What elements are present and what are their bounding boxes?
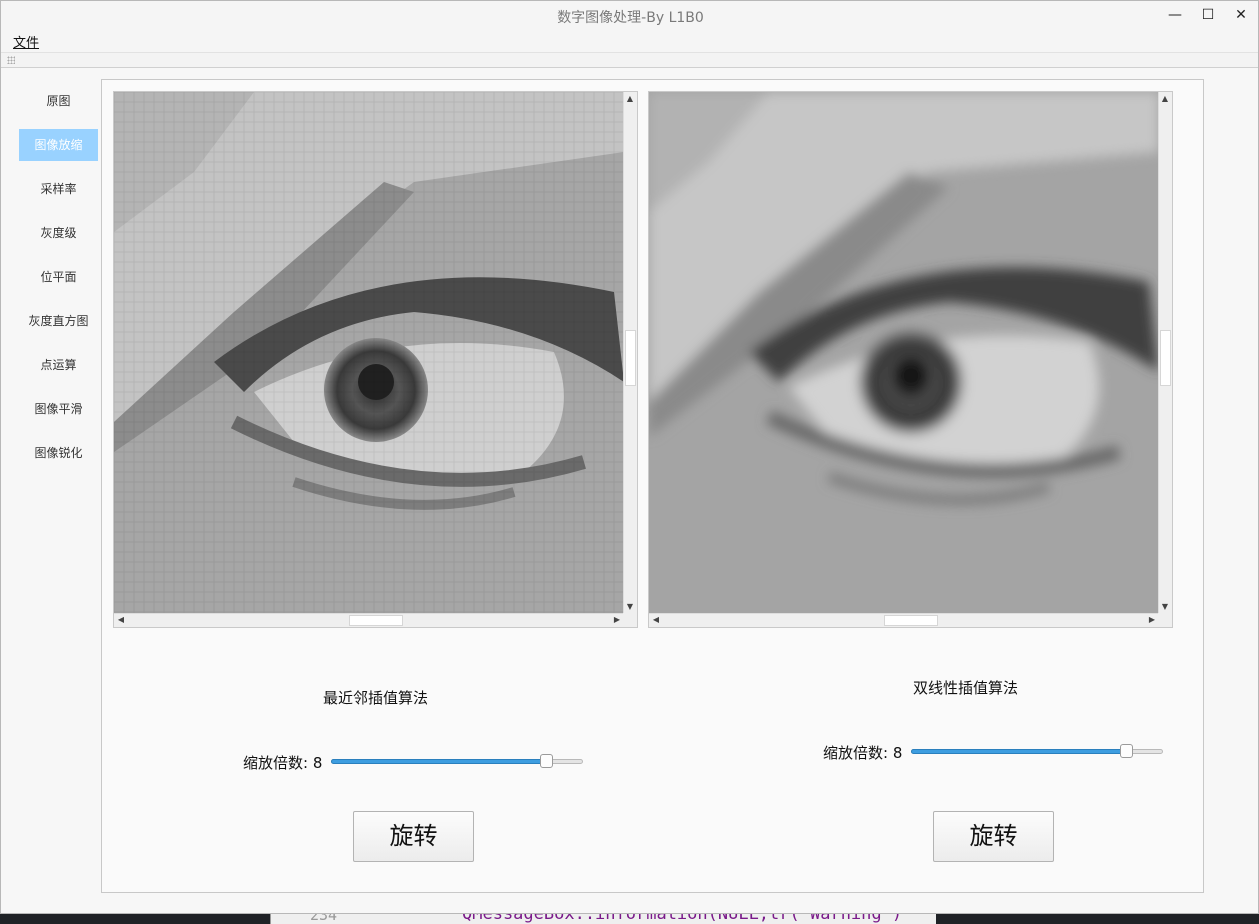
left-scale-slider[interactable] bbox=[331, 753, 583, 769]
vertical-scrollbar[interactable]: ▲ ▼ bbox=[1158, 92, 1172, 614]
scroll-right-icon[interactable]: ▶ bbox=[611, 615, 623, 625]
scroll-up-icon[interactable]: ▲ bbox=[624, 94, 636, 104]
sidebar-item-original[interactable]: 原图 bbox=[19, 85, 98, 117]
horizontal-scroll-thumb[interactable] bbox=[349, 615, 403, 626]
window-title: 数字图像处理-By L1B0 bbox=[557, 10, 704, 26]
slider-fill bbox=[331, 759, 547, 764]
sidebar-item-point-operation[interactable]: 点运算 bbox=[19, 349, 98, 381]
vertical-scrollbar[interactable]: ▲ ▼ bbox=[623, 92, 637, 614]
nearest-neighbor-image-view[interactable]: ▲ ▼ ◀ ▶ bbox=[113, 91, 638, 628]
toolbar-grip-icon[interactable] bbox=[7, 56, 15, 64]
slider-handle[interactable] bbox=[540, 754, 553, 768]
menu-file[interactable]: 文件 bbox=[13, 32, 39, 51]
scroll-corner bbox=[623, 613, 637, 627]
sidebar-item-sharpening[interactable]: 图像锐化 bbox=[19, 437, 98, 469]
menu-bar: 文件 bbox=[1, 30, 1258, 53]
scroll-down-icon[interactable]: ▼ bbox=[1159, 602, 1171, 612]
scroll-left-icon[interactable]: ◀ bbox=[115, 615, 127, 625]
horizontal-scrollbar[interactable]: ◀ ▶ bbox=[114, 613, 624, 627]
slider-handle[interactable] bbox=[1120, 744, 1133, 758]
sidebar-item-histogram[interactable]: 灰度直方图 bbox=[19, 305, 98, 337]
slider-fill bbox=[911, 749, 1127, 754]
sidebar-item-scaling[interactable]: 图像放缩 bbox=[19, 129, 98, 161]
close-icon[interactable]: ✕ bbox=[1230, 5, 1252, 25]
left-scale-label: 缩放倍数: 8 bbox=[243, 754, 323, 772]
maximize-icon[interactable]: ☐ bbox=[1197, 5, 1219, 25]
sidebar-item-bit-plane[interactable]: 位平面 bbox=[19, 261, 98, 293]
app-window: 数字图像处理-By L1B0 — ☐ ✕ 文件 原图 图像放缩 采样率 灰度级 … bbox=[0, 0, 1259, 914]
horizontal-scrollbar[interactable]: ◀ ▶ bbox=[649, 613, 1159, 627]
sidebar-item-sampling-rate[interactable]: 采样率 bbox=[19, 173, 98, 205]
right-scale-slider[interactable] bbox=[911, 743, 1163, 759]
horizontal-scroll-thumb[interactable] bbox=[884, 615, 938, 626]
scroll-right-icon[interactable]: ▶ bbox=[1146, 615, 1158, 625]
sidebar-item-smoothing[interactable]: 图像平滑 bbox=[19, 393, 98, 425]
minimize-icon[interactable]: — bbox=[1164, 5, 1186, 25]
scroll-up-icon[interactable]: ▲ bbox=[1159, 94, 1171, 104]
right-rotate-button[interactable]: 旋转 bbox=[933, 811, 1054, 862]
title-bar[interactable]: 数字图像处理-By L1B0 — ☐ ✕ bbox=[1, 1, 1258, 30]
bilinear-image-view[interactable]: ▲ ▼ ◀ ▶ bbox=[648, 91, 1173, 628]
left-rotate-button[interactable]: 旋转 bbox=[353, 811, 474, 862]
toolbar bbox=[1, 53, 1258, 68]
sidebar-item-gray-level[interactable]: 灰度级 bbox=[19, 217, 98, 249]
scroll-left-icon[interactable]: ◀ bbox=[650, 615, 662, 625]
vertical-scroll-thumb[interactable] bbox=[1160, 330, 1171, 386]
scroll-down-icon[interactable]: ▼ bbox=[624, 602, 636, 612]
scroll-corner bbox=[1158, 613, 1172, 627]
eye-image-smooth bbox=[649, 92, 1159, 614]
vertical-scroll-thumb[interactable] bbox=[625, 330, 636, 386]
right-scale-label: 缩放倍数: 8 bbox=[823, 744, 903, 762]
eye-image-pixelated bbox=[114, 92, 624, 614]
bilinear-label: 双线性插值算法 bbox=[913, 679, 1019, 697]
nearest-neighbor-label: 最近邻插值算法 bbox=[323, 689, 429, 707]
